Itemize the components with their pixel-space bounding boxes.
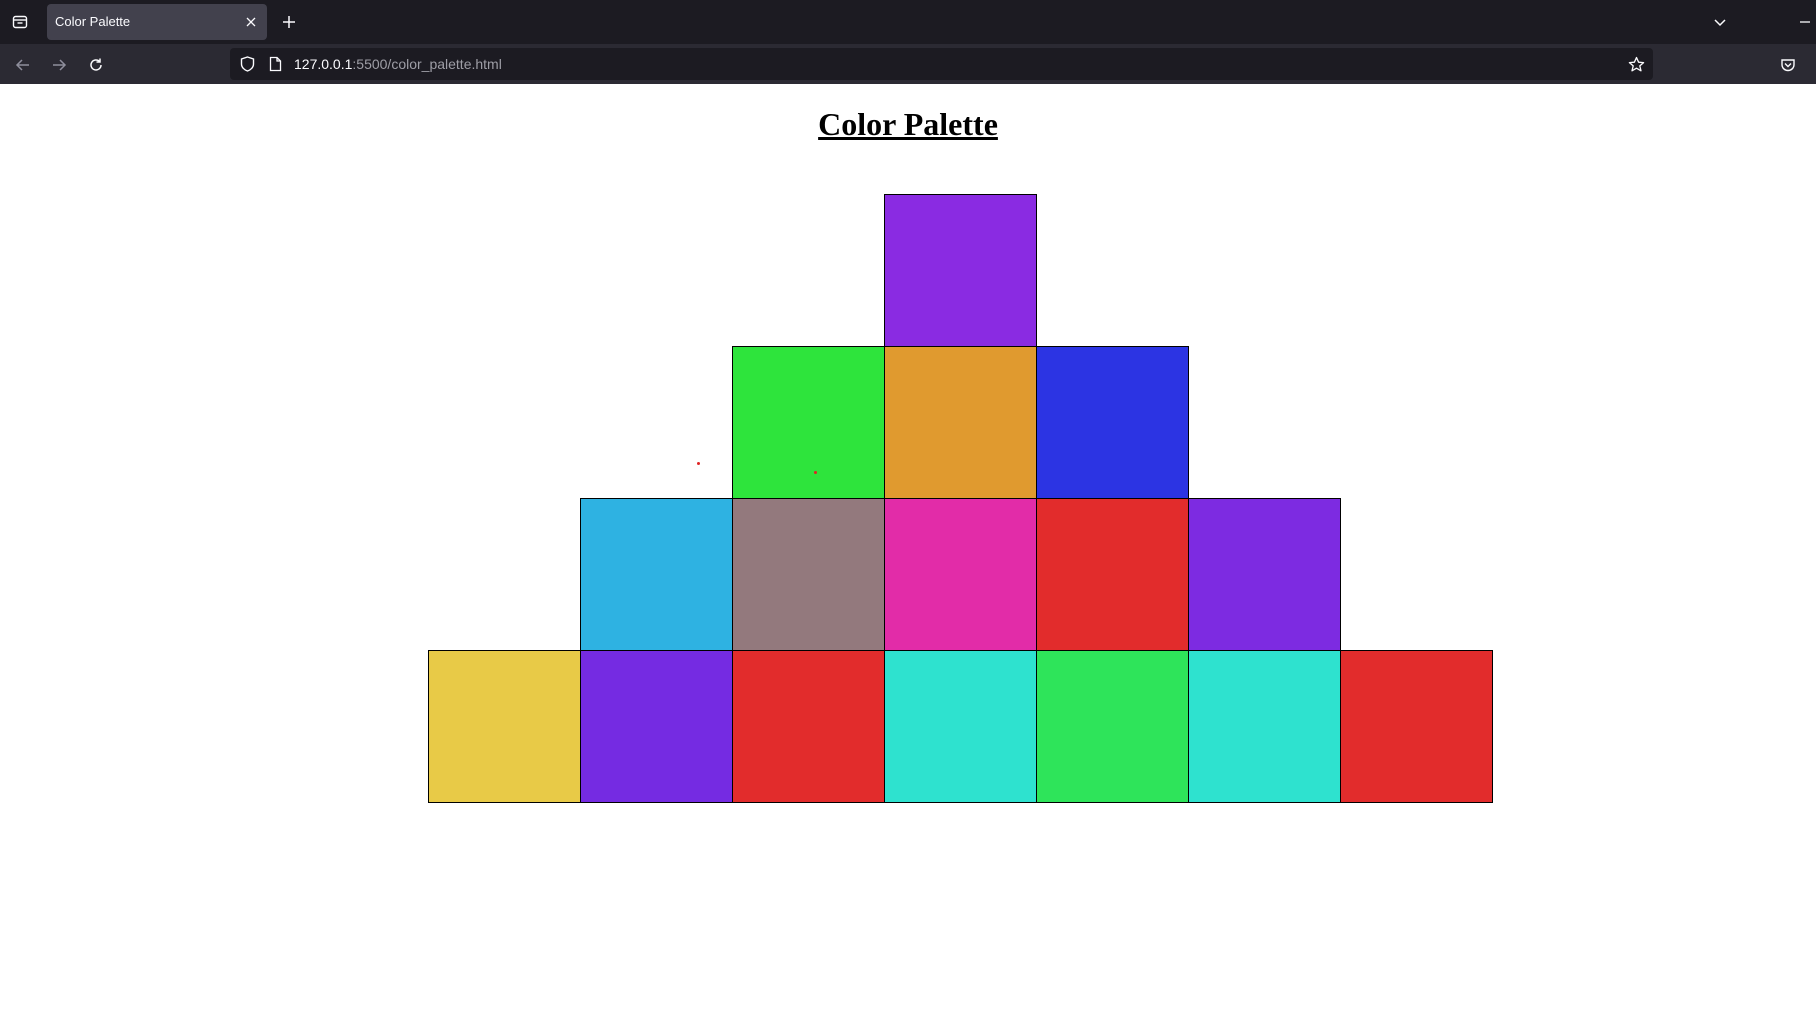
forward-button[interactable] bbox=[45, 51, 73, 79]
color-swatch[interactable] bbox=[1036, 650, 1189, 803]
list-all-tabs-button[interactable] bbox=[1707, 9, 1733, 35]
firefox-view-button[interactable] bbox=[7, 9, 33, 35]
plus-icon bbox=[283, 16, 295, 28]
url-path: :5500/color_palette.html bbox=[352, 56, 502, 72]
pocket-button[interactable] bbox=[1774, 51, 1802, 79]
url-text: 127.0.0.1:5500/color_palette.html bbox=[294, 48, 502, 80]
reload-button[interactable] bbox=[82, 51, 110, 79]
page-info-icon[interactable] bbox=[264, 53, 286, 75]
red-dot-marker bbox=[697, 462, 700, 465]
tab-color-palette[interactable]: Color Palette bbox=[47, 4, 267, 40]
chevron-down-icon bbox=[1714, 19, 1726, 27]
firefox-view-icon bbox=[12, 15, 28, 29]
color-swatch[interactable] bbox=[580, 650, 733, 803]
minimize-window-button[interactable] bbox=[1794, 9, 1816, 35]
browser-chrome: Color Palette 127.0.0.1:5500/color_palet… bbox=[0, 0, 1816, 84]
color-swatch[interactable] bbox=[732, 650, 885, 803]
color-swatch[interactable] bbox=[1188, 650, 1341, 803]
page-viewport: Color Palette bbox=[0, 84, 1816, 1028]
color-swatch[interactable] bbox=[884, 194, 1037, 347]
minimize-icon bbox=[1800, 21, 1810, 23]
color-swatch[interactable] bbox=[884, 498, 1037, 651]
color-swatch[interactable] bbox=[1036, 498, 1189, 651]
tab-close-button[interactable] bbox=[241, 12, 261, 32]
pocket-icon bbox=[1781, 59, 1795, 72]
color-swatch[interactable] bbox=[732, 346, 885, 499]
navigation-toolbar: 127.0.0.1:5500/color_palette.html bbox=[0, 44, 1816, 84]
color-swatch[interactable] bbox=[1188, 498, 1341, 651]
color-swatch[interactable] bbox=[428, 650, 581, 803]
new-tab-button[interactable] bbox=[276, 9, 302, 35]
bookmark-star-icon[interactable] bbox=[1625, 53, 1647, 75]
color-swatch[interactable] bbox=[1036, 346, 1189, 499]
tracking-protection-shield-icon[interactable] bbox=[236, 53, 258, 75]
red-dot-marker bbox=[814, 471, 817, 474]
page-title: Color Palette bbox=[818, 106, 998, 142]
arrow-left-icon bbox=[15, 59, 29, 71]
arrow-right-icon bbox=[53, 59, 67, 71]
color-swatch[interactable] bbox=[884, 346, 1037, 499]
url-host: 127.0.0.1 bbox=[294, 56, 353, 72]
color-swatch[interactable] bbox=[580, 498, 733, 651]
reload-icon bbox=[90, 58, 102, 71]
color-swatch[interactable] bbox=[884, 650, 1037, 803]
back-button[interactable] bbox=[9, 51, 37, 79]
color-swatch[interactable] bbox=[732, 498, 885, 651]
color-swatch[interactable] bbox=[1340, 650, 1493, 803]
tab-strip: Color Palette bbox=[0, 0, 1816, 44]
close-icon bbox=[246, 17, 256, 27]
address-bar[interactable]: 127.0.0.1:5500/color_palette.html bbox=[230, 48, 1653, 80]
tab-title: Color Palette bbox=[55, 14, 131, 29]
